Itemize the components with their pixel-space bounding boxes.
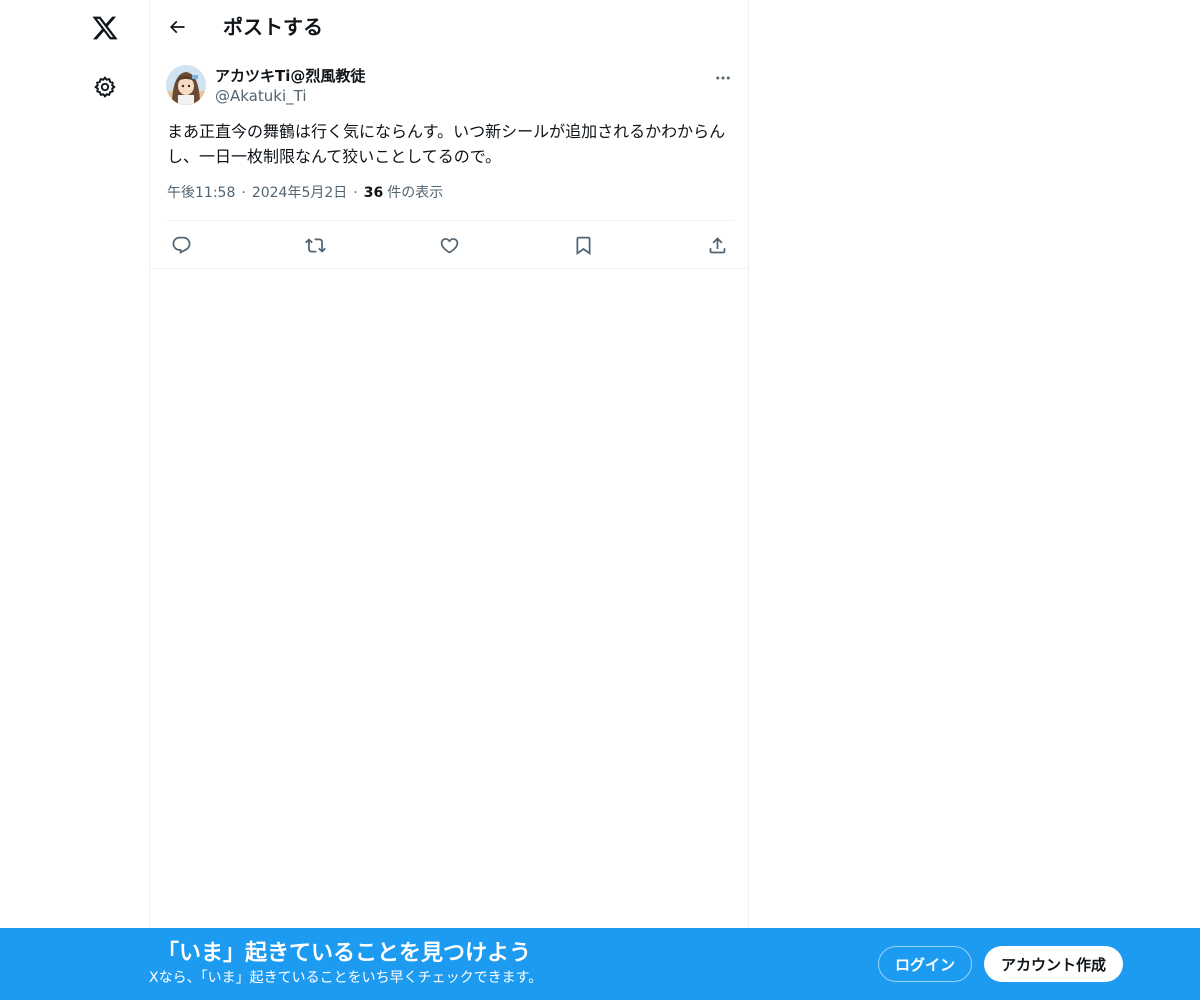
arrow-left-icon (169, 20, 185, 34)
display-name[interactable]: アカツキTi@烈風教徒 (215, 66, 365, 86)
repost-icon (304, 237, 326, 253)
bookmark-icon (576, 236, 590, 255)
login-banner: 「いま」起きていることを見つけよう Xなら、「いま」起きていることをいち早くチェ… (0, 928, 1200, 1000)
views-label: 件の表示 (387, 185, 444, 201)
like-button[interactable] (431, 227, 467, 263)
more-dots-icon (716, 76, 730, 80)
post-date[interactable]: 2024年5月2日 (252, 183, 347, 203)
gear-icon[interactable] (80, 62, 130, 112)
meta-separator: · (241, 185, 246, 201)
share-button[interactable] (699, 227, 735, 263)
repost-button[interactable] (297, 227, 333, 263)
meta-separator: · (353, 185, 358, 201)
banner-title: 「いま」起きていることを見つけよう (157, 941, 532, 966)
post-time[interactable]: 午後11:58 (167, 183, 235, 203)
views-count: 36 (363, 185, 384, 201)
user-handle[interactable]: @Akatuki_Ti (215, 86, 307, 106)
share-icon (709, 236, 725, 253)
reply-icon (172, 236, 190, 254)
signup-button[interactable]: アカウント作成 (984, 946, 1123, 982)
post-divider (150, 268, 748, 269)
reply-button[interactable] (163, 227, 199, 263)
header: ポストする (150, 0, 748, 53)
post-meta: 午後11:58 · 2024年5月2日 · 36 件の表示 (167, 183, 443, 203)
avatar[interactable] (166, 65, 206, 105)
main-column: ポストする アカツキTi@烈風教徒 @Akatuki_Ti まあ正直今の舞鶴は行… (149, 0, 749, 1000)
x-logo-icon[interactable] (80, 3, 130, 53)
post-text: まあ正直今の舞鶴は行く気にならんす。いつ新シールが追加されるかわからんし、一日一… (167, 122, 726, 166)
action-bar (166, 221, 734, 269)
bookmark-button[interactable] (565, 227, 601, 263)
back-button[interactable] (160, 10, 194, 44)
more-button[interactable] (706, 61, 740, 95)
left-nav (0, 0, 150, 1000)
banner-subtitle: Xなら、「いま」起きていることをいち早くチェックできます。 (149, 970, 543, 986)
login-button[interactable]: ログイン (878, 946, 972, 982)
page-title: ポストする (223, 15, 323, 39)
heart-icon (440, 237, 458, 254)
